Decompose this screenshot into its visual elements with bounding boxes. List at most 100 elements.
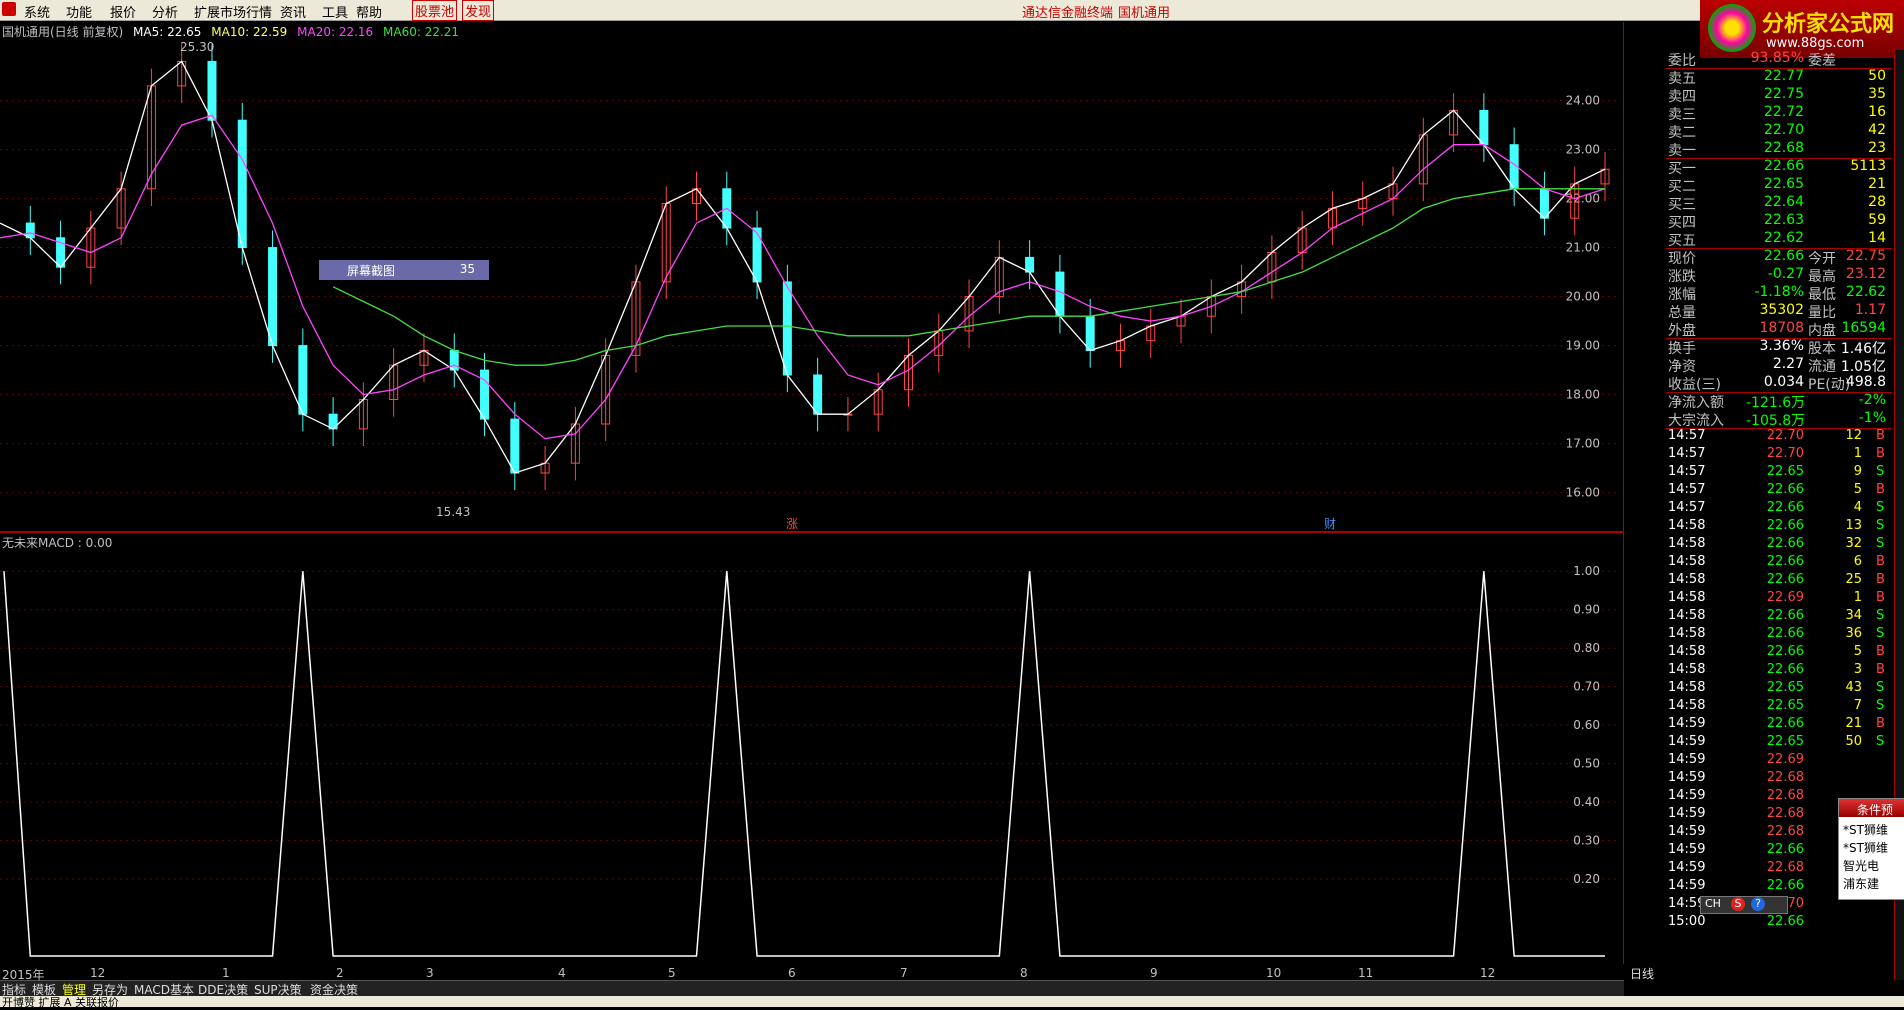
tick-volume: 9 [1853, 464, 1862, 479]
price-chart[interactable]: 24.0023.0022.0021.0020.0019.0018.0017.00… [0, 22, 1624, 532]
x-tick-label: 10 [1266, 966, 1282, 980]
menu-item[interactable]: 资讯 [280, 2, 306, 21]
macd-chart[interactable]: 1.00 0.90 0.80 0.70 0.60 0.50 0.40 0.30 0.20 [0, 532, 1624, 964]
tick-price: 22.65 [1766, 464, 1804, 479]
tick-time: 14:58 [1668, 698, 1706, 713]
x-tick-label: 7 [900, 966, 908, 980]
ime-s-icon[interactable]: S [1731, 897, 1745, 911]
tick-side: B [1876, 644, 1885, 659]
tick-time: 14:59 [1668, 842, 1706, 857]
y-tick-label: 0.60 [1573, 718, 1600, 732]
tick-side: S [1876, 626, 1885, 641]
tick-price: 22.66 [1766, 842, 1804, 857]
tick-volume: 32 [1845, 536, 1862, 551]
tick-volume: 4 [1853, 500, 1862, 515]
quote-row: 外盘 18708 内盘 16594 [1666, 320, 1892, 339]
tick-time: 14:58 [1668, 572, 1706, 587]
ma-legend: 国机通用(日线 前复权) MA5: 22.65 MA10: 22.59 MA20… [2, 23, 465, 40]
menu-link-stock[interactable]: 国机通用 [1118, 2, 1170, 21]
quote-qty: 22.62 [1845, 284, 1886, 300]
alert-item[interactable]: 智光电 [1843, 857, 1879, 874]
y-tick-label: 24.00 [1566, 94, 1600, 108]
condition-alert-window[interactable]: 条件预 *ST狮维 *ST狮维 智光电 浦东建 [1838, 798, 1904, 900]
trade-tick-row: 14:58 22.65 43 S [1666, 680, 1892, 698]
tick-time: 14:57 [1668, 446, 1706, 461]
tick-volume: 12 [1845, 428, 1862, 443]
tick-volume: 34 [1845, 608, 1862, 623]
tick-price: 22.65 [1766, 680, 1804, 695]
quote-label2: 最高 [1808, 269, 1836, 285]
tick-time: 14:57 [1668, 482, 1706, 497]
menu-item[interactable]: 扩展市场行情 [194, 2, 272, 21]
quote-value: 22.66 [1763, 158, 1804, 174]
quote-value: 93.85% [1750, 50, 1804, 66]
popup-value: 35 [459, 262, 475, 276]
quote-label: 外盘 [1668, 323, 1696, 339]
x-tick-label: 9 [1150, 966, 1158, 980]
menu-item-highlight[interactable]: 股票池 [412, 0, 458, 21]
quote-label: 买一 [1668, 161, 1696, 177]
tick-price: 22.68 [1766, 824, 1804, 839]
tick-price: 22.65 [1766, 698, 1804, 713]
popup-text: 屏幕截图 [347, 264, 396, 278]
quote-qty: -2% [1858, 392, 1886, 408]
y-tick-label: 0.50 [1573, 757, 1600, 771]
tick-side: B [1876, 446, 1885, 461]
tick-price: 22.66 [1766, 518, 1804, 533]
tick-price: 22.66 [1766, 482, 1804, 497]
tick-price: 22.66 [1766, 662, 1804, 677]
low-price-label: 15.43 [436, 505, 471, 519]
tick-price: 22.66 [1766, 572, 1804, 587]
tick-time: 14:58 [1668, 626, 1706, 641]
menu-link-terminal[interactable]: 通达信金融终端 [1022, 2, 1113, 21]
tick-time: 15:00 [1668, 914, 1706, 929]
menu-item[interactable]: 功能 [66, 2, 92, 21]
x-tick-label: 5 [668, 966, 676, 980]
x-tick-label: 6 [788, 966, 796, 980]
alert-item[interactable]: 浦东建 [1843, 875, 1879, 892]
marker-finance[interactable]: 财 [1324, 515, 1336, 532]
alert-item[interactable]: *ST狮维 [1843, 821, 1888, 838]
quote-row: 买三 22.64 28 [1666, 194, 1892, 213]
x-tick-label: 2 [336, 966, 344, 980]
menu-item[interactable]: 工具 [322, 2, 348, 21]
quote-label: 卖五 [1668, 71, 1696, 87]
trade-tick-row: 14:58 22.66 13 S [1666, 518, 1892, 536]
input-method-bar[interactable]: CH S ? [1700, 896, 1788, 914]
menu-item[interactable]: 分析 [152, 2, 178, 21]
trade-tick-row: 15:00 22.66 [1666, 914, 1892, 932]
tick-side: S [1876, 608, 1885, 623]
screenshot-popup[interactable]: 屏幕截图 35 [319, 260, 489, 280]
tick-price: 22.66 [1766, 878, 1804, 893]
tick-volume: 1 [1853, 446, 1862, 461]
quote-label2: 量比 [1808, 305, 1836, 321]
trade-tick-row: 14:58 22.69 1 B [1666, 590, 1892, 608]
tick-side: S [1876, 518, 1885, 533]
x-tick-label: 2015年 [2, 968, 45, 982]
marker-limit-up[interactable]: 涨 [786, 515, 798, 532]
quote-value: 22.64 [1763, 194, 1804, 210]
trade-tick-row: 14:58 22.66 3 B [1666, 662, 1892, 680]
tick-time: 14:59 [1668, 806, 1706, 821]
tick-side: B [1876, 482, 1885, 497]
menu-item[interactable]: 帮助 [356, 2, 382, 21]
trade-tick-row: 14:58 22.66 36 S [1666, 626, 1892, 644]
quote-label2: 流通 [1808, 359, 1836, 375]
menu-item[interactable]: 系统 [24, 2, 50, 21]
quote-value: 22.72 [1763, 104, 1804, 120]
tick-time: 14:59 [1668, 860, 1706, 875]
alert-item[interactable]: *ST狮维 [1843, 839, 1888, 856]
quote-label: 卖二 [1668, 125, 1696, 141]
quote-label: 大宗流入 [1668, 413, 1724, 429]
tick-side: B [1876, 572, 1885, 587]
candle-body [813, 374, 823, 415]
period-label[interactable]: 日线 [1630, 965, 1654, 982]
quote-value: 22.63 [1763, 212, 1804, 228]
help-icon[interactable]: ? [1751, 897, 1765, 911]
menu-item[interactable]: 报价 [110, 2, 136, 21]
menu-item-highlight[interactable]: 发现 [462, 0, 495, 21]
quote-row: 卖五 22.77 50 [1666, 68, 1892, 87]
quote-qty: 22.75 [1845, 248, 1886, 264]
quote-row: 卖一 22.68 23 [1666, 140, 1892, 159]
quote-qty: 1.17 [1854, 302, 1886, 318]
